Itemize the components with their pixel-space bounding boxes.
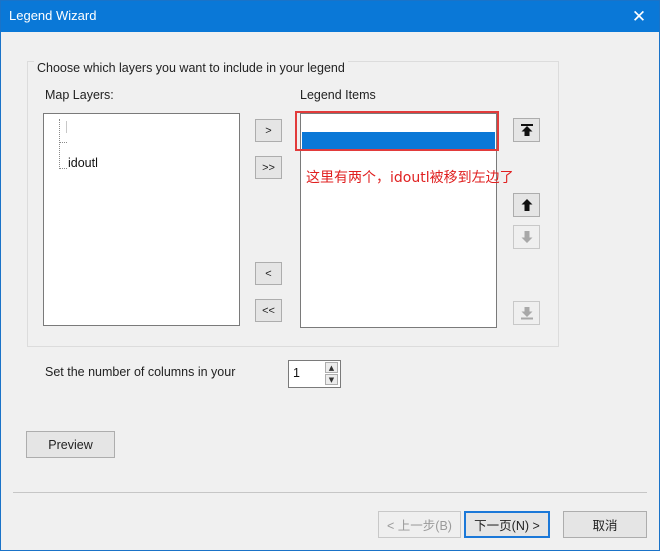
group-label: Choose which layers you want to include … (34, 61, 348, 75)
map-layers-label: Map Layers: (45, 88, 114, 102)
move-down-button[interactable] (513, 225, 540, 249)
title-bar: Legend Wizard ✕ (1, 1, 659, 32)
window-title: Legend Wizard (9, 8, 97, 23)
tree-connector (59, 168, 67, 170)
close-icon[interactable]: ✕ (619, 1, 659, 32)
annotation-note: 这里有两个，idoutl被移到左边了 (306, 170, 514, 186)
columns-label: Set the number of columns in your (45, 365, 236, 379)
spin-up-icon[interactable]: ▲ (325, 362, 338, 373)
move-to-top-button[interactable] (513, 118, 540, 142)
move-up-button[interactable] (513, 193, 540, 217)
map-layers-list[interactable] (43, 113, 240, 326)
move-to-top-icon (520, 124, 533, 136)
move-to-bottom-icon (520, 307, 533, 320)
add-all-layers-button[interactable]: >> (255, 156, 282, 179)
back-button[interactable]: < 上一步(B) (378, 511, 461, 538)
list-item[interactable]: idoutl (68, 156, 98, 170)
legend-items-label: Legend Items (300, 88, 376, 102)
spin-down-icon[interactable]: ▼ (325, 374, 338, 385)
cancel-button[interactable]: 取消 (563, 511, 647, 538)
add-layer-button[interactable]: > (255, 119, 282, 142)
tree-stub (66, 121, 70, 133)
move-down-icon (521, 231, 532, 243)
preview-button[interactable]: Preview (26, 431, 115, 458)
annotation-highlight-box (295, 111, 499, 151)
columns-stepper[interactable]: 1 ▲ ▼ (288, 360, 341, 388)
next-button[interactable]: 下一页(N) > (464, 511, 550, 538)
tree-connector (59, 142, 67, 144)
legend-wizard-window: Legend Wizard ✕ Choose which layers you … (0, 0, 660, 551)
tree-connector (59, 119, 61, 169)
footer-divider (13, 492, 647, 493)
columns-value[interactable]: 1 (293, 366, 300, 380)
remove-all-layers-button[interactable]: << (255, 299, 282, 322)
move-up-icon (521, 199, 532, 211)
move-to-bottom-button[interactable] (513, 301, 540, 325)
remove-layer-button[interactable]: < (255, 262, 282, 285)
